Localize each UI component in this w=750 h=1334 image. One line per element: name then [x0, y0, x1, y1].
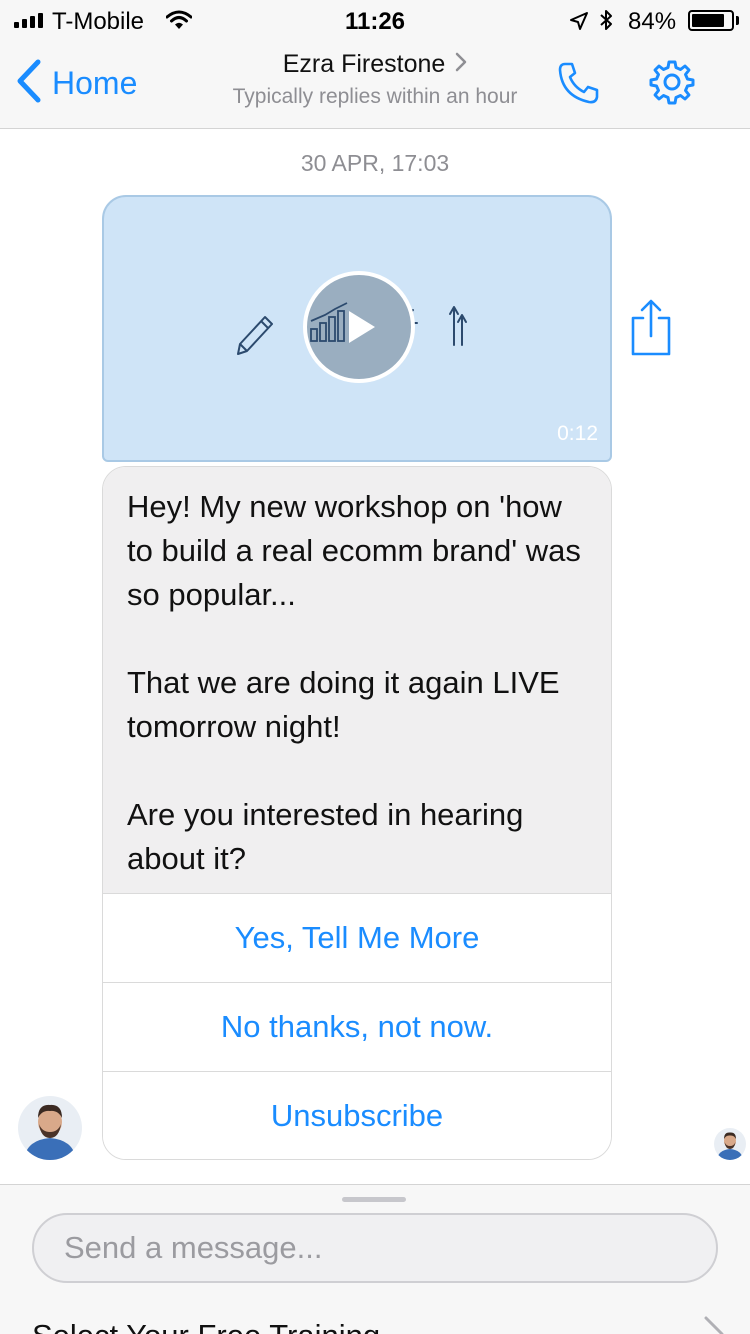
message-text: Hey! My new workshop on 'how to build a …: [103, 467, 611, 893]
play-button[interactable]: [303, 271, 415, 383]
avatar[interactable]: [18, 1096, 82, 1160]
video-duration: 0:12: [557, 422, 598, 445]
signal-icon: [14, 12, 43, 28]
chevron-right-icon[interactable]: [700, 1316, 728, 1334]
share-icon[interactable]: [628, 298, 674, 363]
battery-level-fill: [692, 14, 724, 27]
message-paragraph: Are you interested in hearing about it?: [127, 797, 524, 876]
message-card: Hey! My new workshop on 'how to build a …: [102, 466, 612, 1160]
message-input[interactable]: [32, 1213, 718, 1283]
composer: [0, 1184, 750, 1334]
video-message[interactable]: 0:12: [102, 195, 612, 462]
status-bar: T-Mobile 11:26 84%: [0, 0, 750, 40]
contact-name: Ezra Firestone: [282, 50, 446, 78]
message-paragraph: That we are doing it again LIVE tomorrow…: [127, 665, 560, 744]
gear-icon[interactable]: [648, 58, 696, 111]
bar-chart-icon: [310, 302, 348, 342]
wifi-icon: [165, 9, 193, 37]
chevron-right-icon: [455, 50, 467, 79]
bluetooth-icon: [598, 8, 614, 39]
arrows-up-icon: [449, 306, 467, 346]
contact-header[interactable]: Ezra Firestone Typically replies within …: [200, 50, 550, 109]
pencil-icon: [237, 316, 273, 355]
message-timestamp: 30 APR, 17:03: [300, 150, 450, 176]
play-icon: [310, 302, 375, 343]
back-button-label: Home: [52, 64, 138, 101]
contact-subtitle: Typically replies within an hour: [232, 85, 518, 108]
battery-icon: [688, 10, 734, 31]
message-paragraph: Hey! My new workshop on 'how to build a …: [127, 489, 581, 612]
persistent-menu-item[interactable]: Select Your Free Training: [32, 1318, 380, 1334]
quick-reply-unsubscribe-button[interactable]: Unsubscribe: [103, 1071, 611, 1159]
back-button[interactable]: Home: [16, 59, 138, 108]
avatar: [714, 1128, 746, 1160]
quick-reply-yes-button[interactable]: Yes, Tell Me More: [103, 893, 611, 982]
navigation-bar: Home Ezra Firestone Typically replies wi…: [0, 40, 750, 129]
chevron-left-icon: [16, 59, 42, 108]
location-icon: [569, 10, 589, 38]
drag-handle[interactable]: [342, 1197, 406, 1202]
phone-icon[interactable]: [556, 60, 602, 111]
quick-reply-no-button[interactable]: No thanks, not now.: [103, 982, 611, 1071]
contact-name-row: Ezra Firestone: [283, 50, 468, 79]
battery-tip: [736, 16, 739, 25]
carrier-name: T-Mobile: [52, 8, 145, 35]
battery-percentage: 84%: [628, 8, 677, 35]
